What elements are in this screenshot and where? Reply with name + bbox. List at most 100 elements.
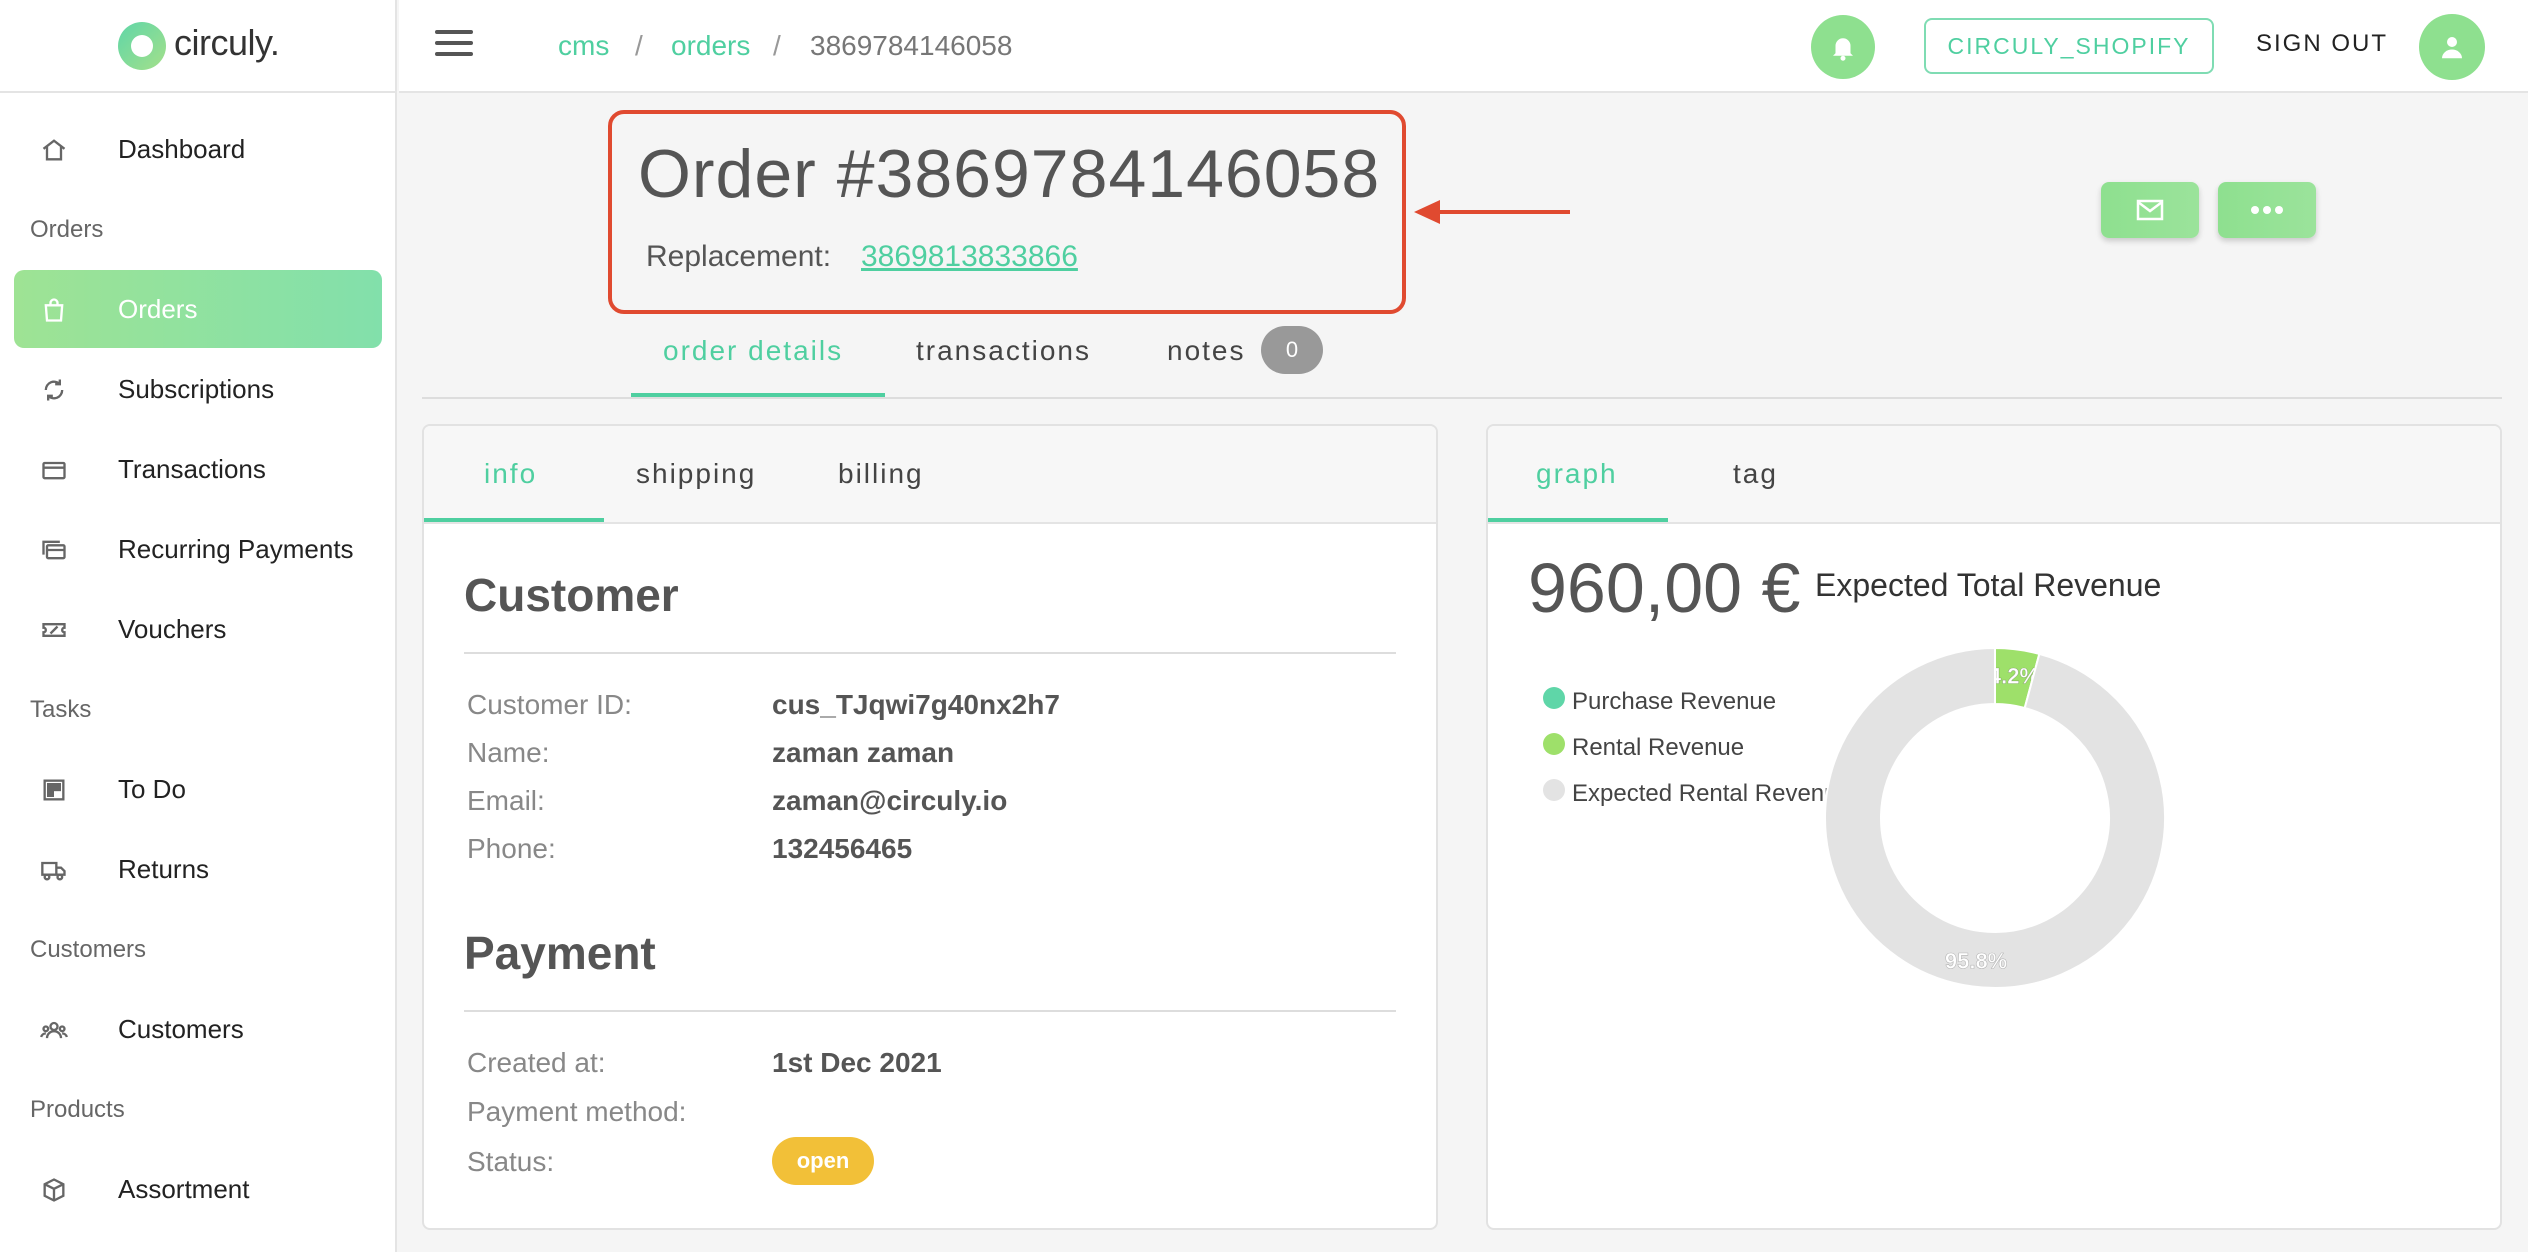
- sidebar-item-todo[interactable]: To Do: [14, 750, 382, 828]
- legend-dot-expected-rental: [1543, 779, 1565, 801]
- main-tabs-divider: [422, 397, 2502, 399]
- email-button[interactable]: [2101, 182, 2199, 238]
- board-icon: [40, 776, 68, 804]
- breadcrumb-current: 3869784146058: [810, 30, 1013, 61]
- created-at-value: 1st Dec 2021: [772, 1047, 942, 1078]
- bag-icon: [40, 296, 68, 324]
- payment-section-title: Payment: [464, 927, 656, 979]
- sidebar-item-subscriptions[interactable]: Subscriptions: [14, 350, 382, 428]
- legend-item-expected-rental-revenue: Expected Rental Revenue: [1572, 780, 1851, 807]
- user-icon: [2442, 37, 2462, 59]
- tab-notes[interactable]: notes: [1167, 335, 1246, 367]
- avatar[interactable]: [2419, 14, 2485, 80]
- box-icon: [40, 1176, 68, 1204]
- logo-text: circuly.: [174, 22, 280, 63]
- payment-method-label: Payment method:: [467, 1096, 687, 1127]
- breadcrumb-orders[interactable]: orders: [671, 30, 750, 62]
- sidebar-item-label: Vouchers: [118, 613, 227, 644]
- card-icon: [40, 456, 68, 484]
- notifications-button[interactable]: [1811, 15, 1875, 79]
- phone-value: 132456465: [772, 833, 913, 864]
- status-label: Status:: [467, 1146, 555, 1177]
- truck-icon: [40, 856, 68, 884]
- sidebar-item-label: Transactions: [118, 453, 266, 484]
- sidebar-item-orders[interactable]: Orders: [14, 270, 382, 348]
- tab-order-details[interactable]: order details: [663, 335, 843, 367]
- mail-icon: [2136, 199, 2164, 221]
- sidebar-section-customers: Customers: [30, 936, 147, 963]
- sidebar-item-customers[interactable]: Customers: [14, 990, 382, 1068]
- replacement-label: Replacement:: [646, 240, 832, 273]
- tab-graph[interactable]: graph: [1536, 458, 1618, 490]
- sidebar-section-orders: Orders: [30, 216, 104, 243]
- customer-section-title: Customer: [464, 569, 679, 621]
- sidebar-item-label: Recurring Payments: [118, 533, 354, 564]
- sidebar-item-assortment[interactable]: Assortment: [14, 1150, 382, 1228]
- active-tab-indicator: [424, 518, 604, 522]
- status-badge: open: [772, 1137, 874, 1185]
- divider: [464, 1010, 1396, 1012]
- tab-tag[interactable]: tag: [1733, 458, 1778, 490]
- bell-icon: [1833, 38, 1853, 61]
- sidebar-item-label: Dashboard: [118, 133, 246, 164]
- info-card-tabs: [424, 426, 1436, 524]
- menu-icon[interactable]: [435, 30, 473, 62]
- stacked-cards-icon: [40, 536, 68, 564]
- tab-billing[interactable]: billing: [838, 458, 924, 490]
- notes-count-badge: 0: [1261, 326, 1323, 374]
- legend-item-rental-revenue: Rental Revenue: [1572, 734, 1745, 761]
- tab-transactions[interactable]: transactions: [916, 335, 1091, 367]
- logo-icon: [118, 22, 166, 70]
- breadcrumb-separator: /: [635, 30, 643, 61]
- sidebar-section-products: Products: [30, 1096, 125, 1123]
- sidebar-item-label: Returns: [118, 853, 210, 884]
- sidebar-item-dashboard[interactable]: Dashboard: [14, 110, 382, 188]
- active-tab-indicator: [631, 393, 885, 397]
- sidebar-item-label: Customers: [118, 1013, 244, 1044]
- legend-dot-rental: [1543, 733, 1565, 755]
- shop-selector-button[interactable]: CIRCULY_SHOPIFY: [1924, 18, 2214, 74]
- tab-shipping[interactable]: shipping: [636, 458, 756, 490]
- name-value: zaman zaman: [772, 737, 955, 768]
- sidebar-item-label: Subscriptions: [118, 373, 275, 404]
- sidebar-item-recurring-payments[interactable]: Recurring Payments: [14, 510, 382, 588]
- sidebar-item-label: Assortment: [118, 1173, 250, 1204]
- page-title: Order #3869784146058: [638, 136, 1381, 212]
- sidebar-section-tasks: Tasks: [30, 696, 92, 723]
- sidebar-item-vouchers[interactable]: Vouchers: [14, 590, 382, 668]
- email-label: Email:: [467, 785, 545, 816]
- expected-total-revenue-value: 960,00 €: [1528, 549, 1801, 627]
- people-icon: [40, 1016, 68, 1044]
- sidebar-item-label: To Do: [118, 773, 186, 804]
- sidebar-item-returns[interactable]: Returns: [14, 830, 382, 908]
- more-actions-button[interactable]: [2218, 182, 2316, 238]
- active-tab-indicator: [1488, 518, 1668, 522]
- sidebar: circuly. Dashboard Orders Orders Subscri…: [0, 0, 397, 1252]
- donut-slice-expected-rental-revenue: [1824, 646, 2166, 989]
- topbar: cms / orders / 3869784146058 CIRCULY_SHO…: [399, 0, 2528, 93]
- tab-info[interactable]: info: [484, 458, 537, 490]
- email-value: zaman@circuly.io: [772, 785, 1008, 816]
- divider: [464, 652, 1396, 654]
- replacement-order-link[interactable]: 3869813833866: [861, 240, 1078, 274]
- expected-total-revenue-label: Expected Total Revenue: [1815, 567, 2162, 603]
- name-label: Name:: [467, 737, 550, 768]
- more-icon: [2251, 206, 2283, 214]
- ticket-icon: [40, 616, 68, 644]
- sidebar-item-label: Orders: [118, 293, 198, 324]
- breadcrumb-separator: /: [773, 30, 781, 61]
- customer-id-value: cus_TJqwi7g40nx2h7: [772, 689, 1060, 720]
- donut-data-label: 95.8%: [1945, 949, 2007, 974]
- revenue-donut-chart: 4.2%95.8%: [1824, 646, 2166, 989]
- home-icon: [40, 136, 68, 164]
- sidebar-item-transactions[interactable]: Transactions: [14, 430, 382, 508]
- logo-area: circuly.: [0, 0, 397, 93]
- sign-out-button[interactable]: SIGN OUT: [2256, 30, 2388, 58]
- legend-item-purchase-revenue: Purchase Revenue: [1572, 688, 1777, 715]
- legend-dot-purchase: [1543, 687, 1565, 709]
- annotation-arrow-icon: [1414, 200, 1570, 224]
- breadcrumb-cms[interactable]: cms: [558, 30, 609, 62]
- refresh-icon: [40, 376, 68, 404]
- graph-card-tabs: [1488, 426, 2500, 524]
- customer-id-label: Customer ID:: [467, 689, 632, 720]
